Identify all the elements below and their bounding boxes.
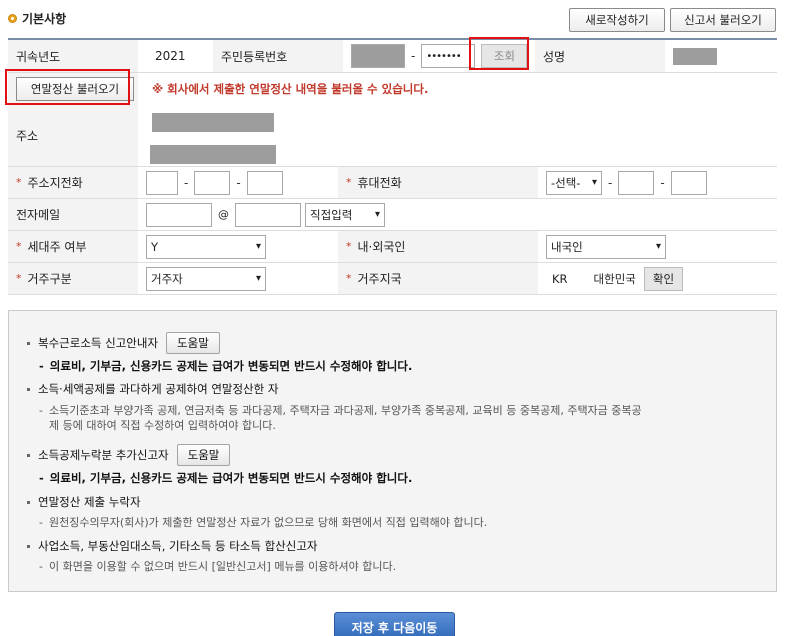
chevron-down-icon: ▾	[655, 241, 661, 252]
nationality-label: 내·외국인	[357, 240, 406, 254]
load-return-button[interactable]: 신고서 불러오기	[670, 8, 776, 32]
notice-panel: 복수근로소득 신고안내자 도움말 - 의료비, 기부금, 신용카드 공제는 급여가…	[8, 310, 777, 592]
country-name: 대한민국	[593, 271, 636, 286]
email-domain-input[interactable]	[235, 202, 301, 227]
mobile-prefix-select[interactable]: -선택- ▾	[546, 170, 602, 195]
mobile-2[interactable]	[618, 170, 655, 195]
rrn-first-input[interactable]	[351, 44, 405, 68]
row-email: 전자메일 @ 직접입력 ▾	[8, 199, 777, 231]
chevron-down-icon: ▾	[255, 273, 261, 284]
email-label: 전자메일	[8, 199, 138, 230]
load-settlement-notice: ※ 회사에서 제출한 연말정산 내역을 불러올 수 있습니다.	[152, 82, 429, 96]
section-bullet-icon	[8, 14, 17, 23]
residency-label: 거주구분	[27, 272, 72, 286]
residency-select[interactable]: 거주자 ▾	[146, 266, 266, 291]
section-header: 기본사항	[8, 10, 66, 27]
notice-sub-4: - 원천징수의무자(회사)가 제출한 연말정산 자료가 없으므로 당해 화면에서 …	[39, 516, 488, 529]
name-value	[673, 47, 717, 65]
householder-select[interactable]: Y ▾	[146, 234, 266, 259]
chevron-down-icon: ▾	[591, 177, 597, 188]
notice-sub-1: - 의료비, 기부금, 신용카드 공제는 급여가 변동되면 반드시 수정해야 합니…	[39, 359, 413, 373]
email-at: @	[218, 208, 229, 221]
row-phone: * 주소지전화 - - * 휴대전화 -선택- ▾ - -	[8, 167, 777, 199]
mobile-3[interactable]	[670, 170, 707, 195]
notice-sub-3: - 의료비, 기부금, 신용카드 공제는 급여가 변동되면 반드시 수정해야 합니…	[39, 471, 413, 485]
notice-item-1: 복수근로소득 신고안내자 도움말	[27, 332, 220, 354]
rrn-dash: -	[411, 49, 416, 63]
rrn-label: 주민등록번호	[213, 40, 343, 72]
address-label: 주소	[8, 105, 138, 166]
home-phone-1[interactable]	[146, 170, 178, 195]
email-id-input[interactable]	[146, 202, 212, 227]
notice-item-3: 소득공제누락분 추가신고자 도움말	[27, 444, 231, 466]
country-code: KR	[552, 271, 568, 286]
mobile-label: 휴대전화	[357, 176, 402, 190]
year-label: 귀속년도	[8, 40, 138, 72]
save-next-button[interactable]: 저장 후 다음이동	[334, 612, 455, 636]
home-phone-3[interactable]	[246, 170, 283, 195]
new-form-button[interactable]: 새로작성하기	[569, 8, 665, 32]
required-star: *	[16, 176, 22, 189]
chevron-down-icon: ▾	[255, 241, 261, 252]
row-householder: * 세대주 여부 Y ▾ * 내·외국인 내국인 ▾	[8, 231, 777, 263]
notice-sub-2: - 소득기준초과 부양가족 공제, 연금저축 등 과다공제, 주택자금 과다공제,…	[39, 404, 642, 417]
row-residency: * 거주구분 거주자 ▾ * 거주지국 KR 대한민국 확인	[8, 263, 777, 295]
address-line2	[150, 145, 276, 164]
notice-item-2: 소득·세액공제를 과다하게 공제하여 연말정산한 자	[27, 381, 278, 397]
highlight-lookup	[469, 37, 529, 70]
notice-sub-5: -이 화면을 이용할 수 없으며 반드시 [일반신고서] 메뉴를 이용하셔야 합…	[39, 560, 397, 573]
notice-item-4: 연말정산 제출 누락자	[27, 494, 141, 510]
year-value: 2021	[155, 49, 186, 63]
help-button-1[interactable]: 도움말	[166, 332, 220, 354]
name-label: 성명	[535, 40, 665, 72]
chevron-down-icon: ▾	[374, 209, 380, 220]
notice-item-5: 사업소득, 부동산임대소득, 기타소득 등 타소득 합산신고자	[27, 538, 318, 554]
householder-label: 세대주 여부	[27, 240, 87, 254]
nationality-select[interactable]: 내국인 ▾	[546, 234, 666, 259]
notice-sub-2b: 제 등에 대하여 직접 수정하여 입력하여야 합니다.	[49, 419, 276, 432]
row-address: 주소	[8, 105, 777, 167]
help-button-3[interactable]: 도움말	[176, 444, 231, 466]
home-phone-label: 주소지전화	[27, 176, 83, 190]
residence-country-label: 거주지국	[357, 272, 402, 286]
address-line1	[152, 113, 274, 132]
email-domain-select[interactable]: 직접입력 ▾	[305, 202, 385, 227]
rrn-second-input[interactable]: •••••••	[421, 44, 476, 68]
section-title: 기본사항	[22, 12, 67, 26]
country-confirm-button[interactable]: 확인	[643, 266, 684, 291]
highlight-load-settlement	[5, 69, 130, 105]
home-phone-2[interactable]	[194, 170, 231, 195]
